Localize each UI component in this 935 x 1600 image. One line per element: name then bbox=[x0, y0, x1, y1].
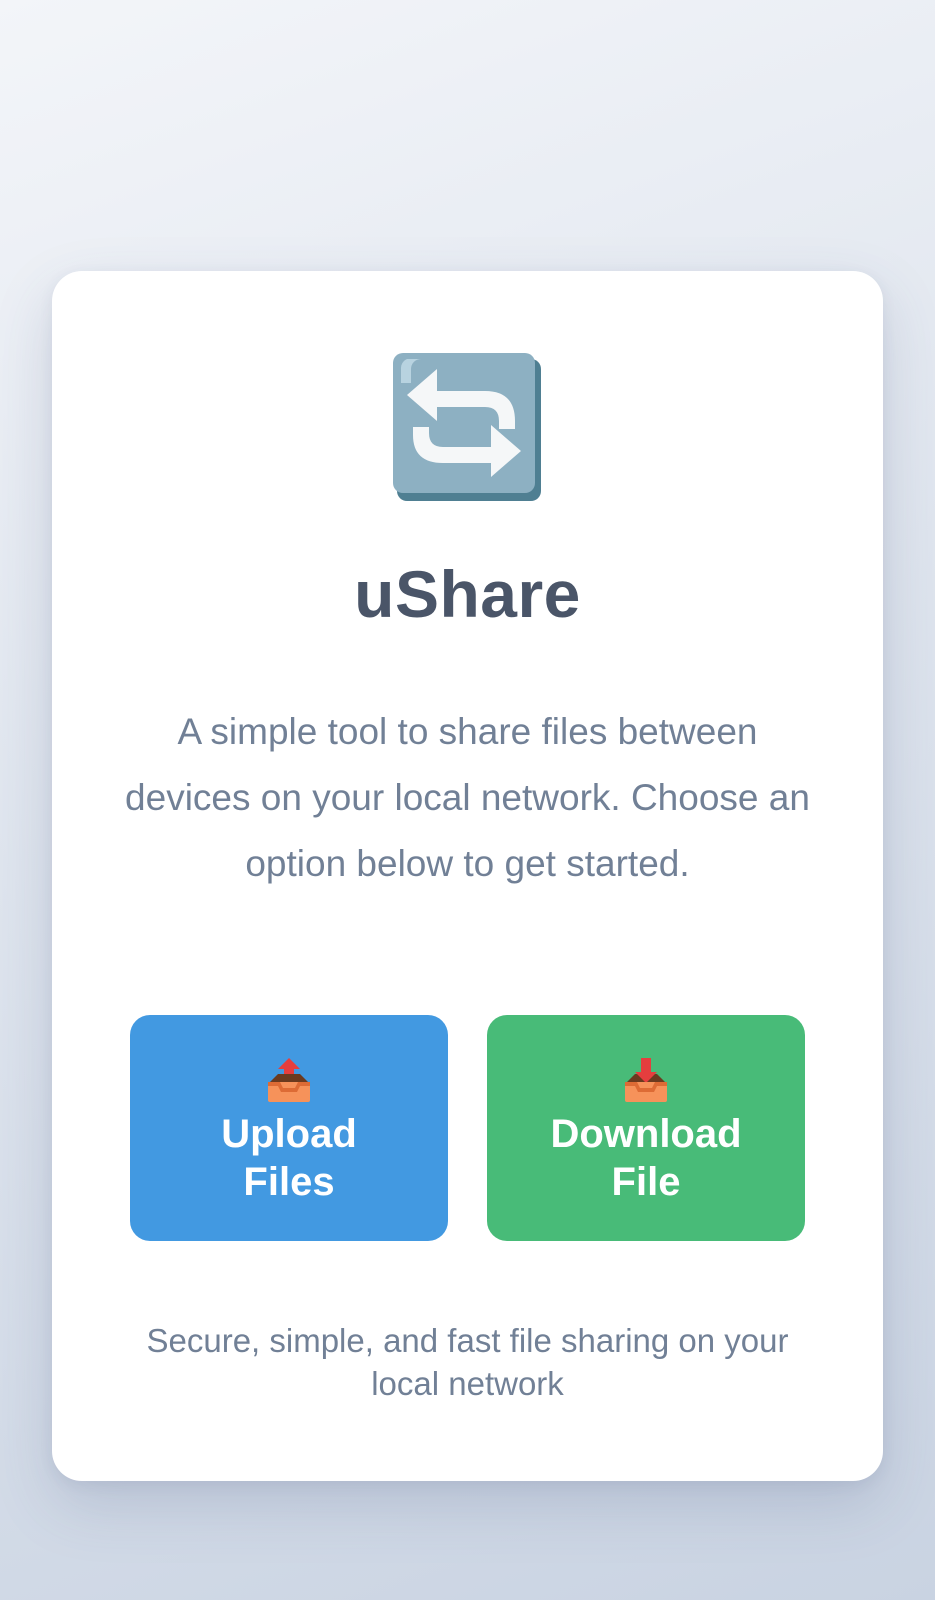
upload-files-label: Upload Files bbox=[221, 1112, 357, 1204]
app-description: A simple tool to share files between dev… bbox=[125, 711, 810, 884]
main-card: uShare A simple tool to share files betw… bbox=[52, 271, 883, 1481]
inbox-tray-icon bbox=[621, 1056, 671, 1106]
outbox-tray-icon bbox=[264, 1056, 314, 1106]
download-file-label: Download File bbox=[550, 1112, 742, 1204]
upload-files-button[interactable]: Upload Files bbox=[130, 1015, 448, 1241]
repeat-arrows-icon bbox=[392, 353, 543, 503]
download-file-button[interactable]: Download File bbox=[487, 1015, 805, 1241]
action-buttons: Upload Files Download File bbox=[130, 1015, 805, 1241]
app-title: uShare bbox=[354, 557, 581, 631]
footer-text: Secure, simple, and fast file sharing on… bbox=[146, 1322, 789, 1402]
